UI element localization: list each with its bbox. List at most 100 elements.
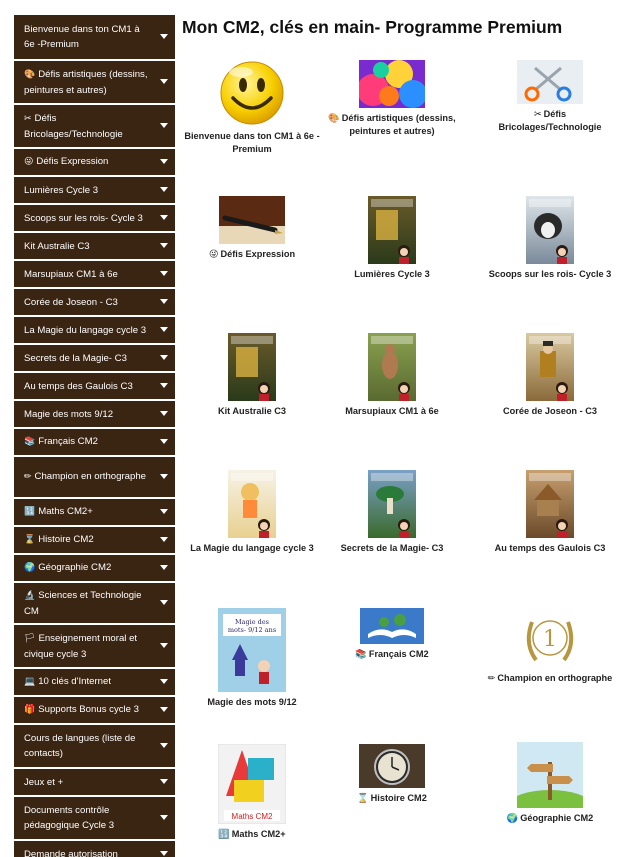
chevron-down-icon[interactable] xyxy=(160,271,168,276)
sidebar-item[interactable]: Marsupiaux CM1 à 6e xyxy=(14,261,175,289)
magie-mots-cover-image[interactable]: Magie des mots- 9/12 ans xyxy=(218,608,286,692)
sidebar-item[interactable]: 😜 Défis Expression xyxy=(14,149,175,177)
village-cover-image[interactable] xyxy=(526,470,574,538)
sidebar-item[interactable]: 📚 Français CM2 xyxy=(14,429,175,457)
chevron-down-icon[interactable] xyxy=(160,439,168,444)
sidebar-item[interactable]: Kit Australie C3 xyxy=(14,233,175,261)
chevron-down-icon[interactable] xyxy=(160,537,168,542)
king-cover-image[interactable] xyxy=(526,333,574,401)
course-card[interactable]: ✂ Défis Bricolages/Technologie xyxy=(482,60,618,134)
course-card-label[interactable]: Marsupiaux CM1 à 6e xyxy=(322,405,462,418)
chevron-down-icon[interactable] xyxy=(160,34,168,39)
course-card[interactable]: Au temps des Gaulois C3 xyxy=(482,470,618,555)
paint-splash-image[interactable] xyxy=(357,60,427,108)
sidebar-item[interactable]: La Magie du langage cycle 3 xyxy=(14,317,175,345)
course-card[interactable]: 🌍 Géographie CM2 xyxy=(482,742,618,825)
course-card-label[interactable]: Au temps des Gaulois C3 xyxy=(482,542,618,555)
sidebar-item[interactable]: Demande autorisation xyxy=(14,841,175,857)
sidebar-item[interactable]: 🎨 Défis artistiques (dessins, peintures e… xyxy=(14,61,175,105)
course-card-label[interactable]: Secrets de la Magie- C3 xyxy=(322,542,462,555)
laurel-medal-image[interactable]: 1 xyxy=(518,608,582,668)
course-card[interactable]: Magie des mots- 9/12 ans Magie des mots 9/… xyxy=(182,608,322,709)
course-card-label[interactable]: Corée de Joseon - C3 xyxy=(482,405,618,418)
sidebar-item[interactable]: Corée de Joseon - C3 xyxy=(14,289,175,317)
sidebar-item[interactable]: ✏ Champion en orthographe xyxy=(14,457,175,499)
course-card[interactable]: 🎨 Défis artistiques (dessins, peintures e… xyxy=(322,60,462,138)
sidebar-item[interactable]: Lumières Cycle 3 xyxy=(14,177,175,205)
chevron-down-icon[interactable] xyxy=(160,679,168,684)
course-card-label[interactable]: ⌛ Histoire CM2 xyxy=(322,792,462,805)
chevron-down-icon[interactable] xyxy=(160,815,168,820)
sidebar-item[interactable]: Documents contrôle pédagogique Cycle 3 xyxy=(14,797,175,841)
scissors-image[interactable] xyxy=(517,60,583,104)
course-card-label[interactable]: 📚 Français CM2 xyxy=(322,648,462,661)
sidebar-item[interactable]: Secrets de la Magie- C3 xyxy=(14,345,175,373)
sidebar-item[interactable]: Jeux et + xyxy=(14,769,175,797)
chevron-down-icon[interactable] xyxy=(160,600,168,605)
chevron-down-icon[interactable] xyxy=(160,779,168,784)
sidebar-item[interactable]: 🏳 Enseignement moral et civique cycle 3 xyxy=(14,625,175,669)
chevron-down-icon[interactable] xyxy=(160,299,168,304)
course-card[interactable]: ⌛ Histoire CM2 xyxy=(322,744,462,805)
chevron-down-icon[interactable] xyxy=(160,643,168,648)
chevron-down-icon[interactable] xyxy=(160,187,168,192)
chevron-down-icon[interactable] xyxy=(160,215,168,220)
chevron-down-icon[interactable] xyxy=(160,123,168,128)
chevron-down-icon[interactable] xyxy=(160,743,168,748)
chevron-down-icon[interactable] xyxy=(160,411,168,416)
maths-cover-image[interactable]: Maths CM2 xyxy=(217,743,287,825)
course-card-label[interactable]: La Magie du langage cycle 3 xyxy=(182,542,322,555)
sidebar-item[interactable]: ✂ Défis Bricolages/Technologie xyxy=(14,105,175,149)
sidebar-item[interactable]: Scoops sur les rois- Cycle 3 xyxy=(14,205,175,233)
pocket-watch-image[interactable] xyxy=(359,744,425,788)
course-card-label[interactable]: Lumières Cycle 3 xyxy=(322,268,462,281)
course-card[interactable]: Scoops sur les rois- Cycle 3 xyxy=(482,196,618,281)
sidebar-item[interactable]: 🌍 Géographie CM2 xyxy=(14,555,175,583)
sidebar-item[interactable]: Au temps des Gaulois C3 xyxy=(14,373,175,401)
course-card-label[interactable]: Kit Australie C3 xyxy=(182,405,322,418)
course-card-label[interactable]: 🎨 Défis artistiques (dessins, peintures e… xyxy=(322,112,462,138)
chevron-down-icon[interactable] xyxy=(160,159,168,164)
chevron-down-icon[interactable] xyxy=(160,383,168,388)
sidebar-item[interactable]: Magie des mots 9/12 xyxy=(14,401,175,429)
sidebar-item[interactable]: 🔢 Maths CM2+ xyxy=(14,499,175,527)
sidebar-item[interactable]: 🎁 Supports Bonus cycle 3 xyxy=(14,697,175,725)
course-card[interactable]: Maths CM2 🔢 Maths CM2+ xyxy=(182,743,322,841)
chevron-down-icon[interactable] xyxy=(160,327,168,332)
course-card[interactable]: 1 ✏ Champion en orthographe xyxy=(482,608,618,685)
chevron-down-icon[interactable] xyxy=(160,355,168,360)
course-card[interactable]: Lumières Cycle 3 xyxy=(322,196,462,281)
course-card[interactable]: Corée de Joseon - C3 xyxy=(482,333,618,418)
course-card-label[interactable]: ✂ Défis Bricolages/Technologie xyxy=(482,108,618,134)
mushroom-cover-image[interactable] xyxy=(368,470,416,538)
sidebar-item[interactable]: Bienvenue dans ton CM1 à 6e -Premium xyxy=(14,15,175,61)
course-card-label[interactable]: Scoops sur les rois- Cycle 3 xyxy=(482,268,618,281)
sidebar-item[interactable]: Cours de langues (liste de contacts) xyxy=(14,725,175,769)
chevron-down-icon[interactable] xyxy=(160,565,168,570)
sidebar-item[interactable]: ⌛ Histoire CM2 xyxy=(14,527,175,555)
chevron-down-icon[interactable] xyxy=(160,509,168,514)
course-card-label[interactable]: Magie des mots 9/12 xyxy=(182,696,322,709)
course-card[interactable]: La Magie du langage cycle 3 xyxy=(182,470,322,555)
course-card-label[interactable]: 😜 Défis Expression xyxy=(182,248,322,261)
course-card[interactable]: 😜 Défis Expression xyxy=(182,196,322,261)
chevron-down-icon[interactable] xyxy=(160,79,168,84)
chevron-down-icon[interactable] xyxy=(160,707,168,712)
smiley-icon-image[interactable] xyxy=(219,60,285,126)
book-cover-image[interactable] xyxy=(368,196,416,264)
course-card-label[interactable]: 🌍 Géographie CM2 xyxy=(482,812,618,825)
course-card-label[interactable]: ✏ Champion en orthographe xyxy=(482,672,618,685)
kangaroo-cover-image[interactable] xyxy=(368,333,416,401)
course-card[interactable]: Marsupiaux CM1 à 6e xyxy=(322,333,462,418)
chevron-down-icon[interactable] xyxy=(160,474,168,479)
course-card[interactable]: Kit Australie C3 xyxy=(182,333,322,418)
chevron-down-icon[interactable] xyxy=(160,243,168,248)
course-card-label[interactable]: Bienvenue dans ton CM1 à 6e -Premium xyxy=(182,130,322,156)
book-cover-image[interactable] xyxy=(228,333,276,401)
dog-cover-image[interactable] xyxy=(526,196,574,264)
sidebar-item[interactable]: 💻 10 clés d'Internet xyxy=(14,669,175,697)
chevron-down-icon[interactable] xyxy=(160,851,168,856)
open-book-image[interactable] xyxy=(360,608,424,644)
course-card[interactable]: Secrets de la Magie- C3 xyxy=(322,470,462,555)
girl-cover-image[interactable] xyxy=(228,470,276,538)
